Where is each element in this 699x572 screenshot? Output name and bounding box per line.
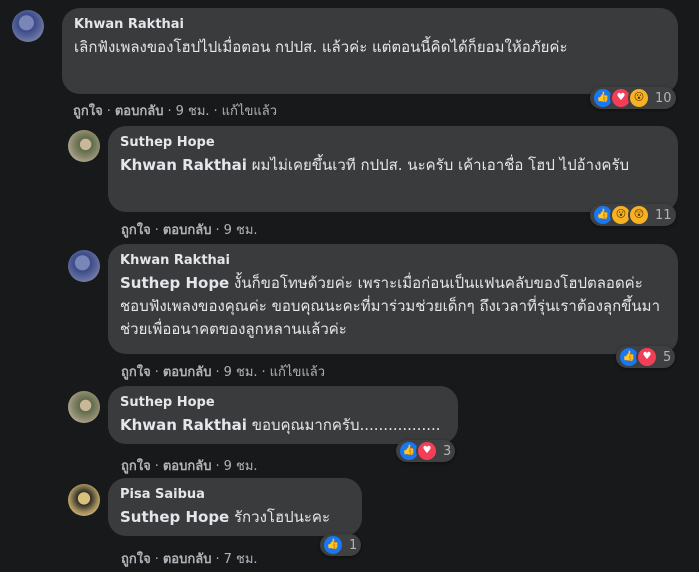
- comment-author[interactable]: Khwan Rakthai: [120, 252, 666, 269]
- reaction-count: 10: [655, 90, 672, 106]
- comment-author[interactable]: Suthep Hope: [120, 134, 666, 151]
- comment-bubble: Suthep Hope Khwan Rakthai ขอบคุณมากครับ.…: [108, 386, 458, 444]
- reply-button[interactable]: ตอบกลับ: [115, 100, 164, 121]
- mention-tag[interactable]: Khwan Rakthai: [120, 156, 247, 174]
- reply-button[interactable]: ตอบกลับ: [163, 548, 212, 569]
- avatar[interactable]: [12, 10, 44, 42]
- timestamp[interactable]: 9 ชม.: [224, 361, 258, 382]
- mention-tag[interactable]: Khwan Rakthai: [120, 416, 247, 434]
- like-button[interactable]: ถูกใจ: [121, 361, 151, 382]
- reply-button[interactable]: ตอบกลับ: [163, 219, 212, 240]
- comment-bubble: Suthep Hope Khwan Rakthai ผมไม่เคยขึ้นเว…: [108, 126, 678, 212]
- timestamp[interactable]: 9 ชม.: [176, 100, 210, 121]
- comment-body: ขอบคุณมากครับ.................: [246, 416, 441, 434]
- like-button[interactable]: ถูกใจ: [121, 219, 151, 240]
- reaction-summary[interactable]: 👍 ♥ 😮 10: [590, 87, 676, 109]
- reply-button[interactable]: ตอบกลับ: [163, 361, 212, 382]
- comment-text: Khwan Rakthai ขอบคุณมากครับ.............…: [120, 414, 446, 437]
- comment-text: Suthep Hope งั้นก็ขอโทษด้วยค่ะ เพราะเมื่…: [120, 272, 666, 341]
- mention-tag[interactable]: Suthep Hope: [120, 274, 229, 292]
- reaction-count: 5: [663, 349, 672, 365]
- comment-actions: ถูกใจ · ตอบกลับ · 9 ชม. · แก้ไขแล้ว: [73, 100, 277, 121]
- like-icon: 👍: [322, 534, 344, 556]
- wow-icon: 😲: [628, 204, 650, 226]
- like-button[interactable]: ถูกใจ: [121, 455, 151, 476]
- like-button[interactable]: ถูกใจ: [73, 100, 103, 121]
- comment-actions: ถูกใจ · ตอบกลับ · 9 ชม.: [121, 455, 258, 476]
- comment-text: Suthep Hope รักวงโฮปนะคะ: [120, 506, 350, 529]
- comment-actions: ถูกใจ · ตอบกลับ · 9 ชม.: [121, 219, 258, 240]
- avatar[interactable]: [68, 484, 100, 516]
- edited-label[interactable]: แก้ไขแล้ว: [270, 361, 325, 382]
- comment-author[interactable]: Suthep Hope: [120, 394, 446, 411]
- timestamp[interactable]: 7 ชม.: [224, 548, 258, 569]
- comment-actions: ถูกใจ · ตอบกลับ · 9 ชม. · แก้ไขแล้ว: [121, 361, 325, 382]
- timestamp[interactable]: 9 ชม.: [224, 219, 258, 240]
- comment-body: ผมไม่เคยขึ้นเวที กปปส. นะครับ เค้าเอาชื่…: [246, 156, 630, 174]
- reaction-summary[interactable]: 👍 ♥ 3: [396, 440, 456, 462]
- wow-icon: 😮: [628, 87, 650, 109]
- avatar[interactable]: [68, 250, 100, 282]
- edited-label[interactable]: แก้ไขแล้ว: [222, 100, 277, 121]
- avatar[interactable]: [68, 130, 100, 162]
- reaction-count: 1: [349, 537, 358, 553]
- comment-bubble: Khwan Rakthai เลิกฟังเพลงของโฮปไปเมื่อตอ…: [62, 8, 678, 94]
- mention-tag[interactable]: Suthep Hope: [120, 508, 229, 526]
- reaction-summary[interactable]: 👍 1: [320, 534, 362, 556]
- love-icon: ♥: [636, 346, 658, 368]
- comment-text: Khwan Rakthai ผมไม่เคยขึ้นเวที กปปส. นะค…: [120, 154, 666, 177]
- comment-body: รักวงโฮปนะคะ: [229, 508, 331, 526]
- comment-bubble: Khwan Rakthai Suthep Hope งั้นก็ขอโทษด้ว…: [108, 244, 678, 354]
- timestamp[interactable]: 9 ชม.: [224, 455, 258, 476]
- love-icon: ♥: [416, 440, 438, 462]
- like-button[interactable]: ถูกใจ: [121, 548, 151, 569]
- reaction-summary[interactable]: 👍 ♥ 5: [616, 346, 676, 368]
- reaction-count: 3: [443, 443, 452, 459]
- comment-author[interactable]: Khwan Rakthai: [74, 16, 666, 33]
- avatar[interactable]: [68, 391, 100, 423]
- reply-button[interactable]: ตอบกลับ: [163, 455, 212, 476]
- reaction-count: 11: [655, 207, 672, 223]
- comment-bubble: Pisa Saibua Suthep Hope รักวงโฮปนะคะ: [108, 478, 362, 536]
- comment-text: เลิกฟังเพลงของโฮปไปเมื่อตอน กปปส. แล้วค่…: [74, 38, 568, 56]
- comment-author[interactable]: Pisa Saibua: [120, 486, 350, 503]
- reaction-summary[interactable]: 👍 😮 😲 11: [590, 204, 676, 226]
- comment-actions: ถูกใจ · ตอบกลับ · 7 ชม.: [121, 548, 258, 569]
